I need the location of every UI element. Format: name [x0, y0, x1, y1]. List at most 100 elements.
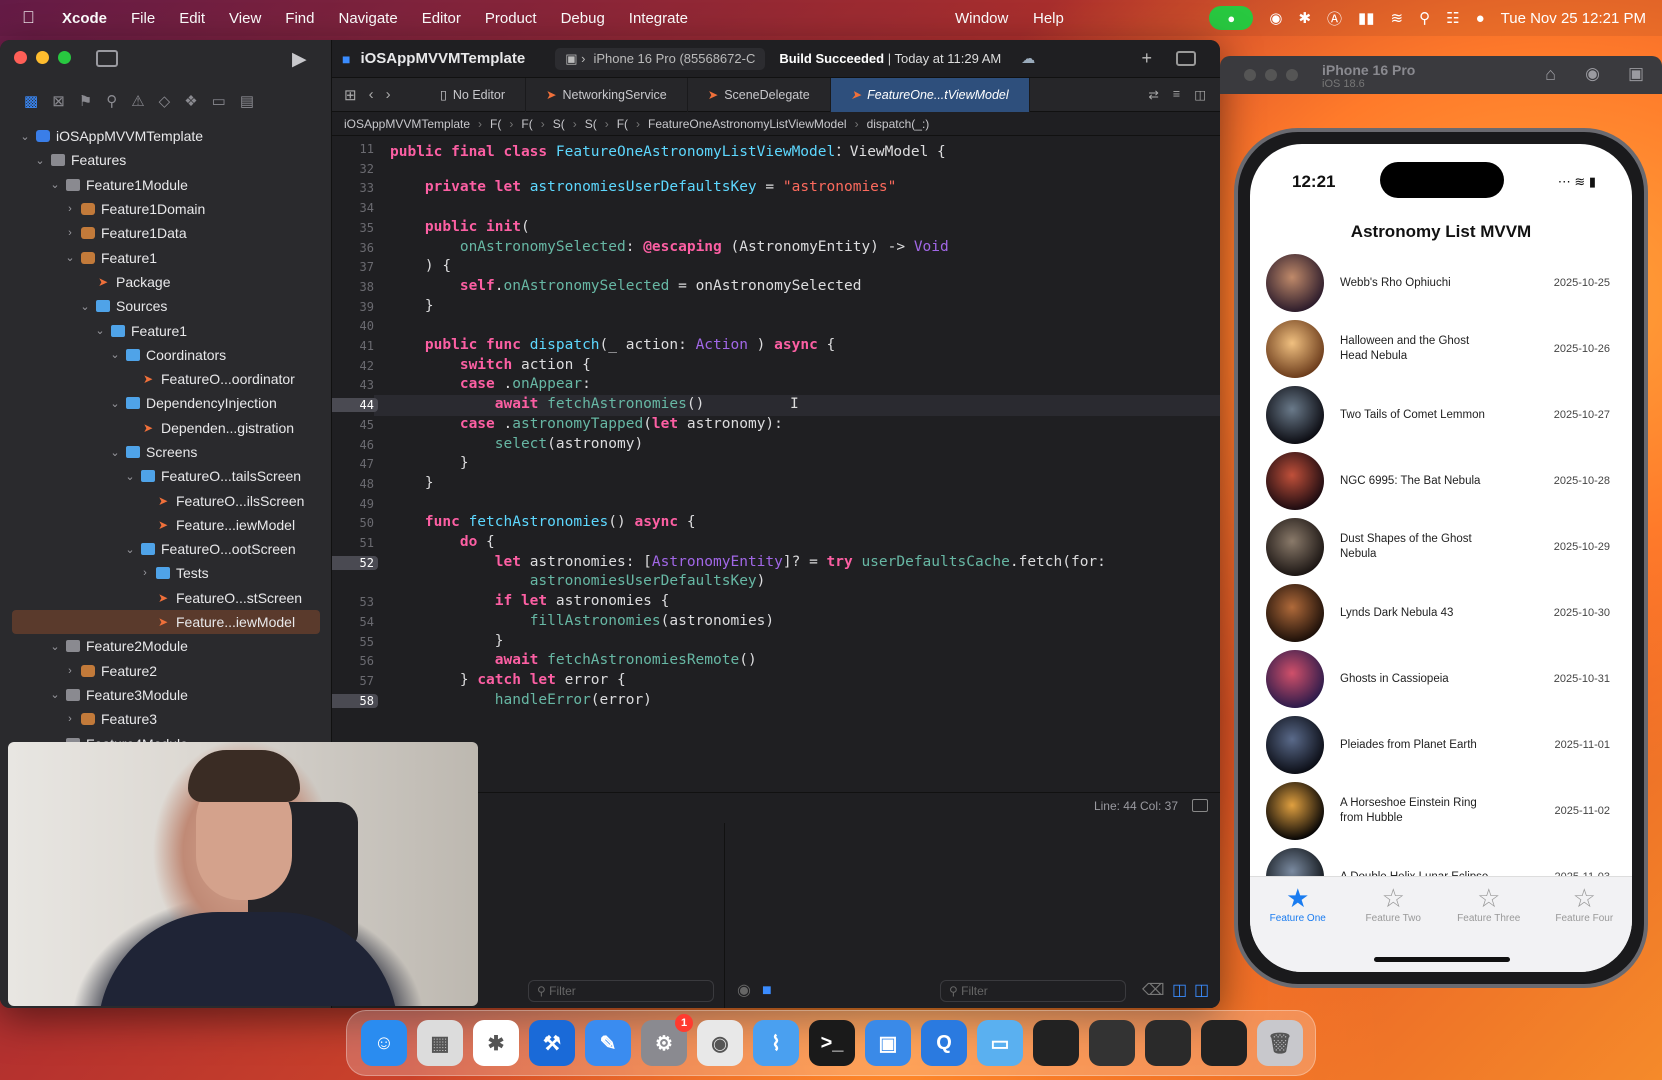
- menu-view[interactable]: View: [229, 10, 261, 27]
- dock-app-system-settings-icon[interactable]: ⚙ 1: [641, 1014, 693, 1066]
- line-number[interactable]: 35: [332, 221, 374, 235]
- code-line[interactable]: func fetchAstronomies() async {: [390, 514, 696, 530]
- code-line[interactable]: await fetchAstronomiesRemote(): [390, 652, 757, 668]
- dock-app-window-2-icon[interactable]: [1089, 1020, 1135, 1066]
- menu-debug[interactable]: Debug: [561, 10, 605, 27]
- menu-help[interactable]: Help: [1033, 10, 1064, 27]
- code-line[interactable]: await fetchAstronomies(): [390, 396, 705, 412]
- tab-networking-service[interactable]: ➤ NetworkingService: [526, 77, 688, 112]
- dock-app-launchpad-icon[interactable]: ▦: [417, 1020, 463, 1066]
- disclosure-open-icon[interactable]: ⌄: [63, 251, 77, 264]
- close-window-button[interactable]: [14, 51, 27, 64]
- line-number[interactable]: 43: [332, 378, 374, 392]
- breadcrumb-item[interactable]: iOSAppMVVMTemplate: [344, 117, 470, 131]
- variables-filter-input[interactable]: ⚲ Filter: [528, 980, 714, 1002]
- breakpoints-tab-icon[interactable]: ▭: [212, 92, 226, 110]
- minimize-window-button[interactable]: [36, 51, 49, 64]
- navigator-row[interactable]: ⌄ iOSAppMVVMTemplate: [0, 124, 332, 148]
- navigator-row[interactable]: ⌄ Sources: [0, 294, 332, 318]
- breadcrumb-item[interactable]: F(: [490, 117, 501, 131]
- related-items-icon[interactable]: ⇄: [1148, 87, 1158, 102]
- navigator-row[interactable]: ⌄ Screens: [0, 440, 332, 464]
- tests-tab-icon[interactable]: ◇: [159, 92, 171, 110]
- menu-navigate[interactable]: Navigate: [338, 10, 397, 27]
- disclosure-closed-icon[interactable]: ›: [138, 567, 152, 579]
- code-line[interactable]: public func dispatch(_ action: Action ) …: [390, 337, 835, 353]
- code-line[interactable]: }: [390, 633, 504, 649]
- code-line[interactable]: }: [390, 298, 434, 314]
- dock-app-xcode-cloud-icon[interactable]: ⌇: [753, 1020, 799, 1066]
- inspector-toggle-icon[interactable]: [1176, 51, 1196, 66]
- dock-app-finder-icon[interactable]: ☺: [361, 1020, 407, 1066]
- line-number[interactable]: 38: [332, 280, 374, 294]
- run-play-icon[interactable]: ▶: [292, 48, 307, 71]
- dock-app-chrome-icon[interactable]: ◉: [697, 1020, 743, 1066]
- dock-app-slack-icon[interactable]: ✱: [473, 1020, 519, 1066]
- line-number[interactable]: 39: [332, 300, 374, 314]
- sidebar-toggle-icon[interactable]: [96, 50, 118, 67]
- zoom-window-button[interactable]: [58, 51, 71, 64]
- code-line[interactable]: private let astronomiesUserDefaultsKey =…: [390, 179, 896, 195]
- tab-scene-delegate[interactable]: ➤ SceneDelegate: [688, 77, 831, 112]
- split-right-icon[interactable]: ◫: [1194, 980, 1209, 1000]
- close-window-button[interactable]: [1244, 69, 1256, 81]
- code-line[interactable]: fillAstronomies(astronomies): [390, 613, 774, 629]
- add-icon[interactable]: +: [1141, 48, 1152, 69]
- disclosure-open-icon[interactable]: ⌄: [18, 130, 32, 143]
- keyboard-input-icon[interactable]: Ⓐ: [1327, 8, 1342, 29]
- breadcrumb-item[interactable]: FeatureOneAstronomyListViewModel: [648, 117, 847, 131]
- navigator-row[interactable]: › Feature3: [0, 707, 332, 731]
- rotate-icon[interactable]: ▣: [1628, 64, 1644, 84]
- navigator-row[interactable]: ➤ FeatureO...stScreen: [0, 586, 332, 610]
- navigator-row[interactable]: › Feature1Domain: [0, 197, 332, 221]
- astronomy-list-item[interactable]: Webb's Rho Ophiuchi 2025-10-25: [1250, 250, 1632, 316]
- disclosure-closed-icon[interactable]: ›: [63, 227, 77, 239]
- tab-no-editor[interactable]: ▯ No Editor: [420, 77, 526, 112]
- code-line[interactable]: public init(: [390, 219, 530, 235]
- navigator-row[interactable]: ⌄ Feature2Module: [0, 634, 332, 658]
- screenshot-icon[interactable]: ◉: [1585, 64, 1600, 84]
- split-left-icon[interactable]: ◫: [1172, 980, 1187, 1000]
- line-number[interactable]: 40: [332, 319, 374, 333]
- navigator-row[interactable]: ➤ FeatureO...ilsScreen: [0, 488, 332, 512]
- navigator-row[interactable]: › Feature1Data: [0, 221, 332, 245]
- home-icon[interactable]: ⌂: [1545, 64, 1556, 85]
- dock-app-simulator-icon[interactable]: ▣: [865, 1020, 911, 1066]
- line-number[interactable]: 46: [332, 438, 374, 452]
- dock-app-quicktime-icon[interactable]: Q: [921, 1020, 967, 1066]
- menu-clock[interactable]: Tue Nov 25 12:21 PM: [1501, 10, 1646, 27]
- dock-app-window-1-icon[interactable]: [1033, 1020, 1079, 1066]
- astronomy-list-item[interactable]: A Horseshoe Einstein Ring from Hubble 202…: [1250, 778, 1632, 844]
- wifi-icon[interactable]: ≋: [1391, 9, 1404, 27]
- code-line[interactable]: let astronomies: [AstronomyEntity]? = tr…: [390, 554, 1106, 570]
- astronomy-list-item[interactable]: NGC 6995: The Bat Nebula 2025-10-28: [1250, 448, 1632, 514]
- line-number[interactable]: 11: [332, 142, 374, 156]
- record-icon[interactable]: ◉: [1269, 9, 1282, 27]
- dock-app-xcode-icon[interactable]: ⚒: [529, 1020, 575, 1066]
- dock-app-trash-icon[interactable]: 🗑: [1257, 1020, 1303, 1066]
- code-line[interactable]: select(astronomy): [390, 436, 643, 452]
- menu-find[interactable]: Find: [285, 10, 314, 27]
- navigator-row[interactable]: › Feature2: [0, 659, 332, 683]
- console-filter-input[interactable]: ⚲ Filter: [940, 980, 1126, 1002]
- line-number[interactable]: 53: [332, 595, 374, 609]
- line-number[interactable]: 42: [332, 359, 374, 373]
- navigator-row[interactable]: ➤ Dependen...gistration: [0, 416, 332, 440]
- code-line[interactable]: }: [390, 475, 434, 491]
- astronomy-list-item[interactable]: Halloween and the Ghost Head Nebula 2025-…: [1250, 316, 1632, 382]
- menu-integrate[interactable]: Integrate: [629, 10, 688, 27]
- line-number[interactable]: 54: [332, 615, 374, 629]
- code-line[interactable]: public final class FeatureOneAstronomyLi…: [390, 140, 946, 161]
- line-number[interactable]: 34: [332, 201, 374, 215]
- info-icon[interactable]: ■: [762, 982, 772, 1000]
- menu-window[interactable]: Window: [955, 10, 1008, 27]
- reports-tab-icon[interactable]: ▤: [240, 92, 254, 110]
- disclosure-open-icon[interactable]: ⌄: [78, 300, 92, 313]
- breakpoint-line-number[interactable]: 44: [332, 398, 378, 413]
- navigator-row[interactable]: ⌄ Feature1: [0, 245, 332, 269]
- astronomy-list-item[interactable]: Pleiades from Planet Earth 2025-11-01: [1250, 712, 1632, 778]
- trash-icon[interactable]: ⌫: [1142, 980, 1165, 1000]
- find-tab-icon[interactable]: ⚲: [106, 92, 117, 110]
- navigator-row[interactable]: ⌄ DependencyInjection: [0, 391, 332, 415]
- breadcrumb-item[interactable]: S(: [585, 117, 597, 131]
